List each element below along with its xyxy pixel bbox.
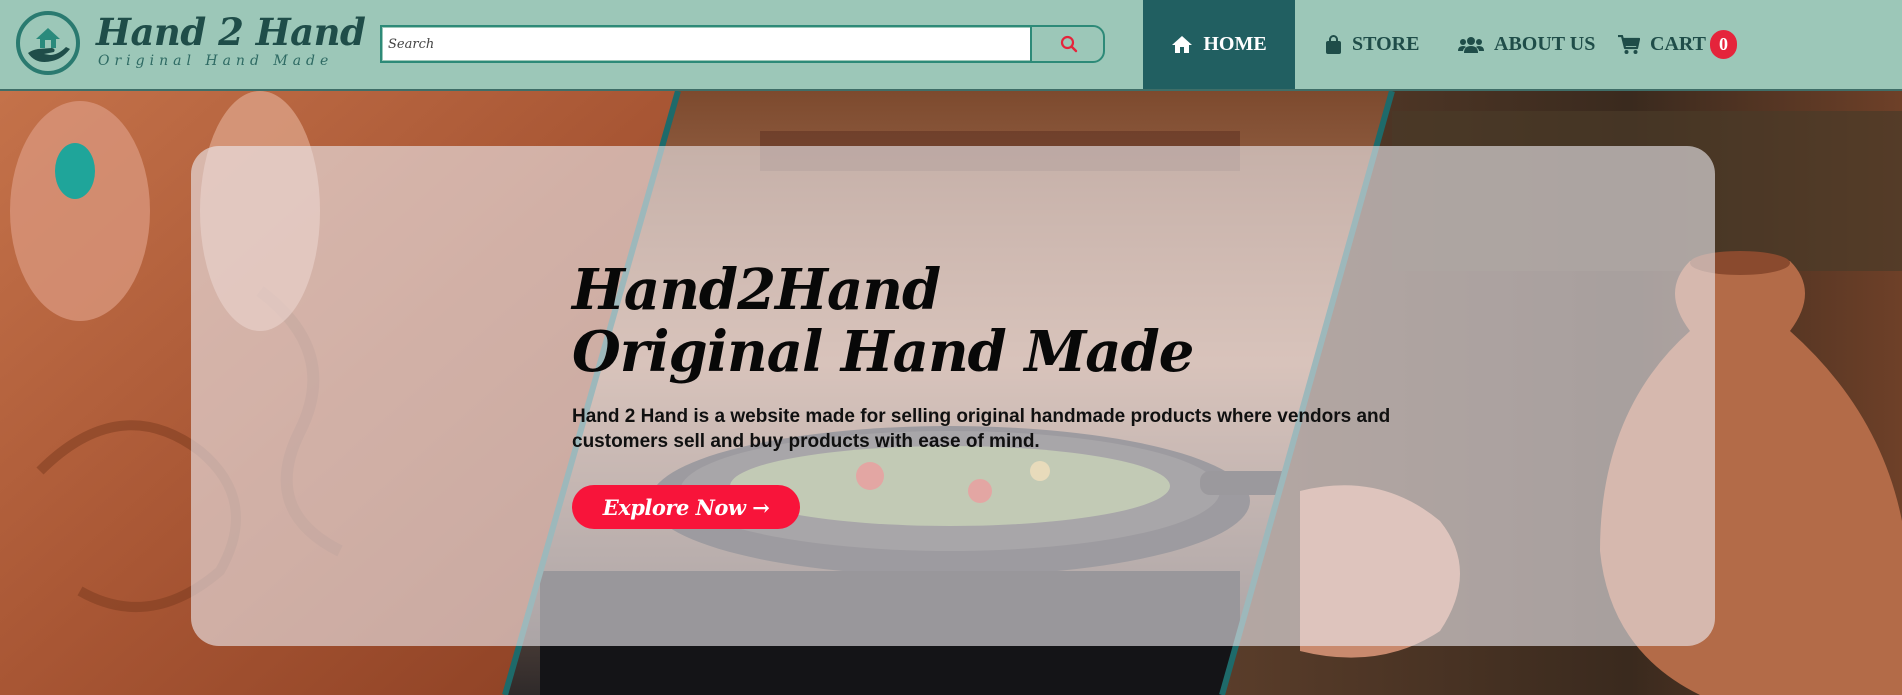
nav-about-label: ABOUT US: [1494, 33, 1596, 55]
hero-description: Hand 2 Hand is a website made for sellin…: [572, 406, 1391, 452]
nav-about-us[interactable]: ABOUT US: [1458, 0, 1595, 89]
nav-cart[interactable]: CART 0: [1618, 0, 1737, 89]
search-bar: [380, 25, 1105, 63]
home-in-hand-icon[interactable]: [14, 9, 82, 77]
search-button[interactable]: [1030, 27, 1105, 61]
hero-card: [191, 146, 1715, 646]
nav-store-label: STORE: [1352, 33, 1420, 55]
brand-tagline: Original Hand Made: [98, 53, 334, 69]
hero-section: Hand2Hand Original Hand Made Hand 2 Hand…: [0, 91, 1902, 695]
nav-home[interactable]: HOME: [1143, 0, 1295, 89]
search-icon: [1060, 35, 1077, 53]
hero-title-line2: Original Hand Made: [572, 319, 1194, 385]
shopping-bag-icon: [1326, 34, 1341, 54]
home-icon: [1172, 36, 1193, 53]
hero-title-line1: Hand2Hand: [572, 257, 941, 323]
shopping-cart-icon: [1618, 34, 1640, 54]
search-input[interactable]: [383, 28, 1030, 60]
brand-name[interactable]: Hand 2 Hand: [96, 10, 366, 54]
nav-store[interactable]: STORE: [1325, 0, 1419, 89]
nav-cart-label: CART: [1650, 33, 1706, 55]
navbar: Hand 2 Hand Original Hand Made HOME STOR…: [0, 0, 1902, 91]
cart-count-badge: 0: [1709, 30, 1737, 59]
explore-now-button[interactable]: Explore Now →: [572, 485, 800, 529]
nav-home-label: HOME: [1203, 33, 1267, 55]
users-icon: [1458, 36, 1484, 53]
hero-title: Hand2Hand Original Hand Made: [572, 259, 1272, 383]
